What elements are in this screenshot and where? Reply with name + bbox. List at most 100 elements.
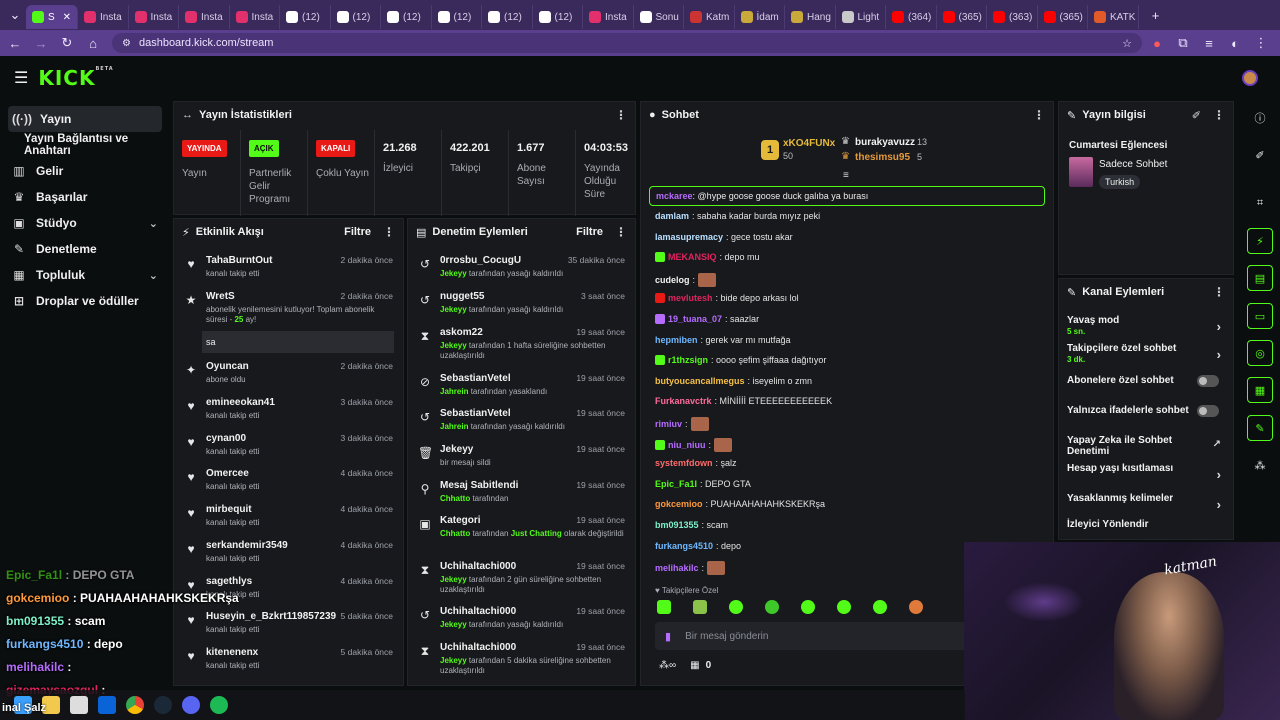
- emote-icon[interactable]: [801, 600, 815, 614]
- chat-username[interactable]: melihakilc: [655, 563, 699, 573]
- community-icon[interactable]: ⁂: [1247, 452, 1273, 478]
- browser-tab[interactable]: (364): [886, 5, 937, 29]
- moderation-target[interactable]: Uchihaltachi000: [440, 642, 516, 653]
- sidebar-item-yayin[interactable]: ((·)) Yayın: [8, 106, 162, 132]
- browser-tab[interactable]: S ✕: [26, 5, 78, 29]
- browser-menu-icon[interactable]: ⋮: [1250, 32, 1272, 54]
- url-bar[interactable]: ⚙ dashboard.kick.com/stream ☆: [112, 33, 1142, 53]
- user-avatar[interactable]: [1242, 70, 1258, 86]
- community-points-icon[interactable]: ⁂∞: [659, 660, 676, 671]
- activity-username[interactable]: Omercee: [206, 468, 249, 479]
- gift-icon[interactable]: ▦: [690, 660, 699, 671]
- channel-action-item[interactable]: Yapay Zeka ile Sohbet Denetimi ↗: [1067, 435, 1225, 457]
- language-tag[interactable]: Turkish: [1099, 175, 1141, 189]
- browser-tab[interactable]: Sonu: [634, 5, 684, 29]
- profile-avatar-icon[interactable]: ◐: [1224, 32, 1246, 54]
- discord-icon[interactable]: [182, 696, 200, 714]
- browser-tab[interactable]: Insta: [129, 5, 179, 29]
- moderation-target[interactable]: 0rrosbu_CocugU: [440, 255, 521, 266]
- browser-tab[interactable]: Hang: [785, 5, 836, 29]
- extension-icon[interactable]: ●: [1146, 32, 1168, 54]
- browser-tab[interactable]: Katm: [684, 5, 735, 29]
- back-icon[interactable]: ←: [4, 32, 26, 54]
- chat-username[interactable]: damlam: [655, 211, 689, 221]
- sidebar-item-basarilar[interactable]: ♛ Başarılar: [0, 184, 170, 210]
- leaderboard-third-name[interactable]: thesimsu95: [855, 152, 910, 163]
- browser-tab[interactable]: Light: [836, 5, 886, 29]
- more-options-icon[interactable]: ⋮: [1213, 108, 1225, 122]
- chat-username[interactable]: systemfdown: [655, 458, 713, 468]
- more-options-icon[interactable]: ⋮: [1213, 285, 1225, 299]
- chat-username[interactable]: furkangs4510: [655, 541, 713, 551]
- kick-logo[interactable]: KICKBETA: [38, 66, 113, 90]
- category-name[interactable]: Sadece Sohbet: [1099, 159, 1167, 170]
- bookmark-star-icon[interactable]: ☆: [1122, 37, 1132, 50]
- emote-icon[interactable]: [693, 600, 707, 614]
- moderation-target[interactable]: Jekeyy: [440, 444, 473, 455]
- toggle-switch[interactable]: [1197, 375, 1219, 387]
- activity-username[interactable]: emineeokan41: [206, 397, 275, 408]
- chat-username[interactable]: cudelog: [655, 275, 690, 285]
- wrench-icon[interactable]: ✎: [1247, 415, 1273, 441]
- chat-username[interactable]: gokcemioo: [655, 499, 703, 509]
- toggle-switch[interactable]: [1197, 405, 1219, 417]
- moderation-target[interactable]: SebastianVetel: [440, 373, 511, 384]
- moderation-target[interactable]: SebastianVetel: [440, 408, 511, 419]
- browser-tab[interactable]: (12): [331, 5, 381, 29]
- close-tab-icon[interactable]: ✕: [63, 12, 71, 23]
- expand-leaderboard-icon[interactable]: ≡: [843, 170, 849, 181]
- chat-bubble-icon[interactable]: ▭: [1247, 303, 1273, 329]
- moderation-target[interactable]: Mesaj Sabitlendi: [440, 480, 518, 491]
- moderation-target[interactable]: Uchihaltachi000: [440, 561, 516, 572]
- steam-icon[interactable]: [154, 696, 172, 714]
- activity-username[interactable]: cynan00: [206, 433, 246, 444]
- activity-username[interactable]: serkandemir3549: [206, 540, 288, 551]
- browser-tab[interactable]: Insta: [78, 5, 129, 29]
- new-tab-icon[interactable]: +: [1145, 4, 1167, 26]
- tab-search-icon[interactable]: ⌄: [4, 4, 26, 26]
- outlook-icon[interactable]: [98, 696, 116, 714]
- chat-username[interactable]: mckaree: [656, 191, 693, 201]
- chat-username[interactable]: mevlutesh: [668, 293, 713, 303]
- moderation-target[interactable]: Kategori: [440, 515, 481, 526]
- chat-username[interactable]: Epic_Fa1l: [655, 479, 697, 489]
- sidebar-item-gelir[interactable]: ▥ Gelir: [0, 158, 170, 184]
- layout-icon[interactable]: ▦: [1247, 377, 1273, 403]
- pinned-message[interactable]: mckaree : @hype goose goose duck galıba …: [649, 186, 1045, 206]
- activity-username[interactable]: WretS: [206, 291, 235, 302]
- chat-username[interactable]: lamasupremacy: [655, 232, 723, 242]
- browser-tab[interactable]: KATK: [1088, 5, 1139, 29]
- channel-action-item[interactable]: Abonelere özel sohbet: [1067, 375, 1225, 387]
- chat-username[interactable]: niu_niuu: [668, 440, 706, 450]
- chat-username[interactable]: butyoucancallmegus: [655, 376, 745, 386]
- emote-icon[interactable]: [765, 600, 779, 614]
- chrome-icon[interactable]: [126, 696, 144, 714]
- browser-tab[interactable]: (12): [381, 5, 432, 29]
- sidebar-item-denetleme[interactable]: ✎ Denetleme: [0, 236, 170, 262]
- sidebar-item-droplar[interactable]: ⊞ Droplar ve ödüller: [0, 288, 170, 314]
- emote-icon[interactable]: [729, 600, 743, 614]
- browser-tab[interactable]: Insta: [583, 5, 634, 29]
- activity-username[interactable]: mirbequit: [206, 504, 252, 515]
- home-icon[interactable]: ⌂: [82, 32, 104, 54]
- chat-username[interactable]: 19_tuana_07: [668, 314, 722, 324]
- sidebar-item-stream-key[interactable]: Yayın Bağlantısı ve Anahtarı: [0, 132, 170, 158]
- channel-action-item[interactable]: Yalnızca ifadelerle sohbet: [1067, 405, 1225, 417]
- browser-tab[interactable]: (12): [533, 5, 583, 29]
- chat-username[interactable]: bm091355: [655, 520, 699, 530]
- browser-tab[interactable]: İdam: [735, 5, 785, 29]
- reload-icon[interactable]: ↻: [56, 32, 78, 54]
- lightning-icon[interactable]: ⚡: [1247, 228, 1273, 254]
- hamburger-menu-icon[interactable]: ☰: [14, 68, 28, 88]
- document-icon[interactable]: ▤: [1247, 265, 1273, 291]
- moderation-target[interactable]: Uchihaltachi000: [440, 606, 516, 617]
- browser-tab[interactable]: (12): [482, 5, 533, 29]
- emote-icon[interactable]: [873, 600, 887, 614]
- chat-username[interactable]: MEKANSIQ: [668, 252, 717, 262]
- more-options-icon[interactable]: ⋮: [1033, 108, 1045, 122]
- browser-tab[interactable]: Insta: [179, 5, 230, 29]
- microphone-icon[interactable]: ▮: [665, 630, 671, 643]
- channel-action-item[interactable]: Hesap yaşı kısıtlaması ›: [1067, 463, 1225, 482]
- leaderboard-second-name[interactable]: burakyavuzz: [855, 137, 915, 148]
- filter-button[interactable]: Filtre: [344, 226, 371, 238]
